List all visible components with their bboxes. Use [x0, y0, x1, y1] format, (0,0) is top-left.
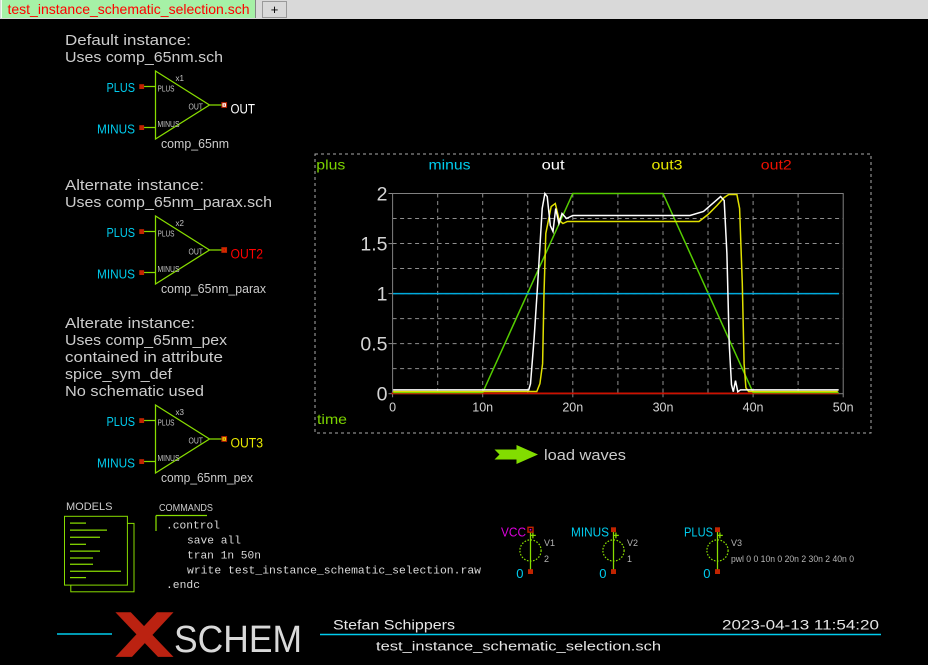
svg-text:MODELS: MODELS: [66, 501, 112, 513]
svg-text:x1: x1: [176, 74, 185, 83]
svg-text:50n: 50n: [833, 400, 854, 414]
svg-text:0: 0: [516, 566, 523, 581]
svg-text:V1: V1: [544, 538, 555, 548]
svg-text:PLUS: PLUS: [158, 419, 175, 428]
svg-text:2: 2: [377, 184, 388, 206]
svg-text:comp_65nm: comp_65nm: [161, 136, 229, 151]
svg-text:OUT: OUT: [189, 437, 204, 446]
svg-text:out3: out3: [652, 157, 683, 173]
svg-text:SCHEM: SCHEM: [174, 619, 302, 661]
svg-text:OUT2: OUT2: [231, 247, 264, 262]
svg-text:MINUS: MINUS: [158, 265, 180, 274]
svg-text:MINUS: MINUS: [158, 120, 180, 129]
svg-text:PLUS: PLUS: [158, 85, 175, 94]
svg-text:Default instance:: Default instance:: [65, 32, 191, 49]
svg-text:minus: minus: [429, 157, 471, 173]
svg-text:V3: V3: [731, 538, 742, 548]
svg-text:PLUS: PLUS: [684, 526, 713, 540]
svg-text:write test_instance_schematic_: write test_instance_schematic_selection.…: [187, 565, 481, 577]
svg-text:1: 1: [627, 554, 632, 564]
svg-text:MINUS: MINUS: [158, 454, 180, 463]
svg-text:x3: x3: [176, 408, 185, 417]
svg-text:OUT3: OUT3: [231, 436, 264, 451]
svg-text:MINUS: MINUS: [97, 267, 135, 282]
svg-text:40n: 40n: [743, 400, 764, 414]
svg-text:test_instance_schematic_select: test_instance_schematic_selection.sch: [376, 639, 661, 654]
svg-text:2: 2: [544, 554, 549, 564]
svg-text:1: 1: [377, 284, 388, 306]
svg-text:spice_sym_def: spice_sym_def: [65, 366, 173, 383]
svg-text:contained in attribute: contained in attribute: [65, 349, 223, 366]
svg-text:10n: 10n: [472, 400, 493, 414]
svg-text:Alternate instance:: Alternate instance:: [65, 177, 204, 194]
svg-text:Uses comp_65nm_parax.sch: Uses comp_65nm_parax.sch: [65, 194, 272, 211]
svg-text:No schematic used: No schematic used: [65, 383, 204, 400]
svg-text:load waves: load waves: [544, 447, 626, 464]
svg-text:Stefan Schippers: Stefan Schippers: [333, 618, 455, 633]
svg-text:V2: V2: [627, 538, 638, 548]
svg-text:30n: 30n: [653, 400, 674, 414]
svg-text:comp_65nm_pex: comp_65nm_pex: [161, 470, 253, 485]
svg-text:PLUS: PLUS: [158, 230, 175, 239]
svg-text:2023-04-13 11:54:20: 2023-04-13 11:54:20: [722, 618, 879, 633]
svg-text:.control: .control: [166, 521, 220, 533]
svg-text:Uses comp_65nm.sch: Uses comp_65nm.sch: [65, 49, 223, 66]
svg-text:save all: save all: [187, 536, 241, 548]
svg-text:0: 0: [377, 384, 388, 406]
svg-text:time: time: [317, 411, 347, 427]
svg-text:OUT: OUT: [189, 103, 204, 112]
svg-text:plus: plus: [316, 157, 345, 173]
svg-text:comp_65nm_parax: comp_65nm_parax: [161, 281, 266, 296]
svg-text:PLUS: PLUS: [107, 225, 136, 240]
svg-text:tran 1n 50n: tran 1n 50n: [187, 550, 261, 562]
svg-text:Alterate instance:: Alterate instance:: [65, 315, 195, 332]
svg-text:MINUS: MINUS: [97, 122, 135, 137]
svg-text:out2: out2: [761, 157, 792, 173]
svg-text:0: 0: [389, 400, 396, 414]
svg-text:VCC: VCC: [501, 526, 526, 540]
svg-text:Uses comp_65nm_pex: Uses comp_65nm_pex: [65, 332, 228, 349]
svg-text:0.5: 0.5: [360, 334, 387, 356]
svg-text:1.5: 1.5: [360, 234, 387, 256]
svg-text:MINUS: MINUS: [97, 456, 135, 471]
svg-text:OUT: OUT: [231, 102, 256, 117]
svg-text:0: 0: [599, 566, 606, 581]
svg-text:PLUS: PLUS: [107, 414, 136, 429]
svg-text:MINUS: MINUS: [571, 526, 609, 540]
svg-text:.endc: .endc: [166, 580, 200, 592]
svg-text:20n: 20n: [562, 400, 583, 414]
svg-text:pwl 0 0 10n 0 20n 2 30n 2 40n: pwl 0 0 10n 0 20n 2 30n 2 40n 0: [731, 554, 854, 564]
svg-text:0: 0: [703, 566, 710, 581]
svg-text:COMMANDS: COMMANDS: [159, 503, 213, 514]
svg-text:out: out: [542, 157, 565, 173]
svg-text:OUT: OUT: [189, 248, 204, 257]
svg-text:PLUS: PLUS: [107, 80, 136, 95]
svg-text:x2: x2: [176, 219, 185, 228]
